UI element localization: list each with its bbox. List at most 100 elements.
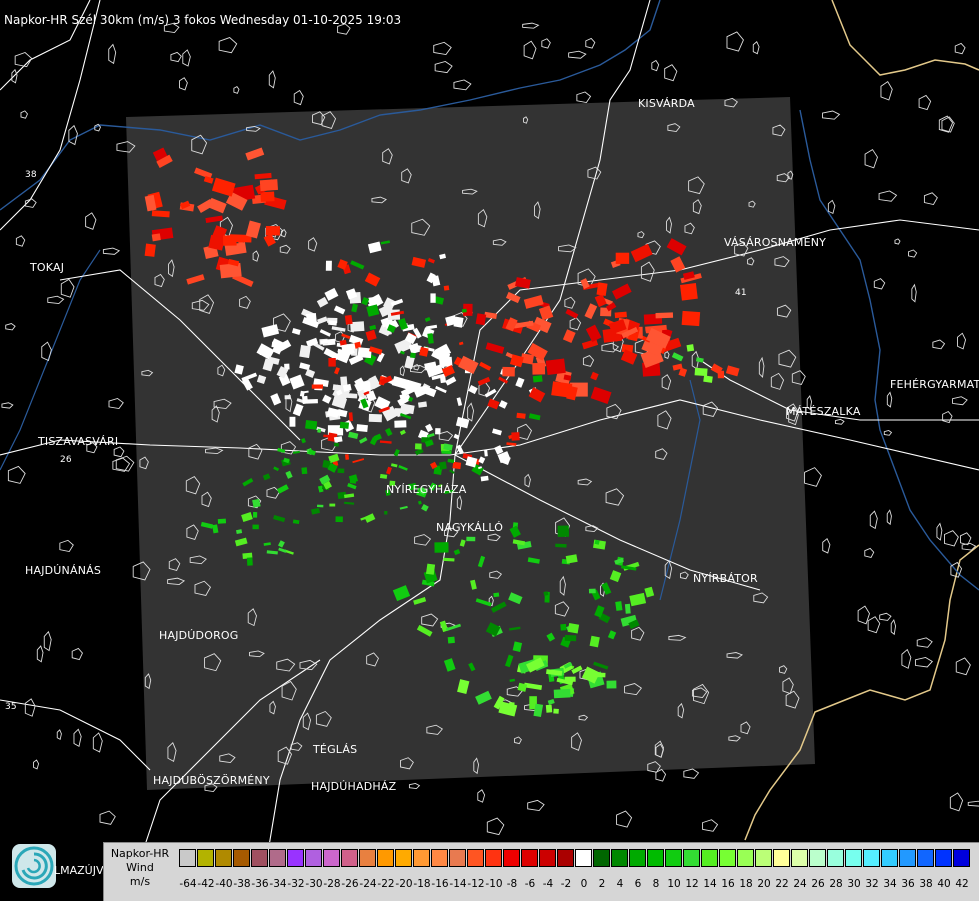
radar-echo — [410, 352, 416, 359]
settlement-outline — [433, 41, 452, 56]
settlement-outline — [911, 283, 917, 303]
radar-echo — [252, 524, 259, 530]
legend-tick-label: 38 — [919, 878, 933, 890]
town-label-kisvarda: KISVÁRDA — [638, 97, 695, 110]
settlement-outline — [834, 418, 845, 425]
radar-echo — [443, 557, 455, 562]
radar-echo — [265, 225, 280, 236]
legend-tick-label: -30 — [305, 878, 323, 890]
country-border — [831, 0, 979, 76]
radar-echo — [475, 313, 487, 326]
settlement-outline — [33, 759, 40, 770]
radar-echo — [484, 449, 488, 457]
settlement-outline — [726, 31, 744, 52]
legend-tick-label: 28 — [829, 878, 843, 890]
legend-ticks: -64 -42 -40 -38 -36 -34 -32 -30 -28 -26 -24 -22 -20-… — [179, 878, 971, 892]
legend-swatch — [791, 849, 808, 867]
settlement-outline — [886, 391, 893, 408]
settlement-outline — [932, 339, 946, 350]
settlement-outline — [486, 817, 505, 836]
settlement-outline — [568, 50, 587, 59]
settlement-outline — [108, 43, 117, 65]
town-label-mateszalka: MÁTÉSZALKA — [786, 405, 861, 418]
legend-swatch — [215, 849, 232, 867]
radar-echo — [223, 235, 237, 246]
radar-map[interactable] — [0, 0, 979, 900]
settlement-outline — [92, 732, 103, 753]
radar-echo — [703, 375, 713, 383]
radar-echo — [356, 424, 368, 433]
legend-tick-label: 12 — [685, 878, 699, 890]
town-label-tokaj: TOKAJ — [30, 261, 65, 274]
road-number-label: 38 — [25, 170, 37, 180]
legend-swatch — [287, 849, 304, 867]
legend-tick-label: 16 — [721, 878, 735, 890]
settlement-outline — [71, 647, 83, 661]
settlement-outline — [827, 199, 836, 215]
settlement-outline — [15, 235, 26, 247]
legend-tick-label: -22 — [377, 878, 395, 890]
settlement-outline — [1, 402, 14, 409]
legend-swatch — [305, 849, 322, 867]
radar-echo — [284, 395, 291, 400]
legend-tick-label: -26 — [341, 878, 359, 890]
radar-echo — [615, 601, 623, 611]
legend-swatch — [737, 849, 754, 867]
radar-echo — [511, 432, 520, 441]
radar-echo — [461, 308, 467, 313]
legend-swatch — [269, 849, 286, 867]
legend-tick-label: -20 — [395, 878, 413, 890]
settlement-outline — [14, 51, 33, 68]
settlement-outline — [541, 38, 551, 49]
town-label-hajduhadhaz: HAJDÚHADHÁZ — [311, 780, 397, 793]
legend-tick-label: 24 — [793, 878, 807, 890]
legend-tick-label: 26 — [811, 878, 825, 890]
road-number-label: 26 — [60, 455, 72, 465]
radar-echo — [328, 358, 336, 367]
settlement-outline — [890, 619, 897, 636]
settlement-outline — [878, 190, 898, 202]
settlement-outline — [864, 148, 878, 169]
radar-echo — [545, 358, 566, 375]
settlement-outline — [944, 530, 959, 547]
settlement-outline — [85, 212, 97, 230]
settlement-outline — [923, 192, 938, 206]
legend-swatch — [683, 849, 700, 867]
legend-tick-label: 40 — [937, 878, 951, 890]
radar-echo — [443, 285, 450, 291]
radar-echo — [329, 503, 336, 507]
settlement-outline — [949, 792, 964, 812]
settlement-outline — [914, 656, 934, 668]
radar-echo — [466, 536, 476, 542]
settlement-outline — [702, 819, 719, 832]
settlement-outline — [43, 630, 52, 652]
radar-echo — [299, 344, 311, 359]
town-label-hajduboszormeny: HAJDÚBÖSZÖRMÉNY — [153, 774, 270, 787]
legend-tick-label: 20 — [757, 878, 771, 890]
settlement-outline — [616, 810, 633, 828]
legend-swatch — [323, 849, 340, 867]
legend-tick-label: 6 — [634, 878, 642, 890]
settlement-outline — [894, 238, 901, 245]
legend-tick-label: 8 — [652, 878, 660, 890]
town-label-tiszavasvari: TISZAVASVÁRI — [38, 435, 119, 448]
legend-line-2: Wind — [126, 861, 154, 874]
legend-tick-label: -18 — [413, 878, 431, 890]
radar-echo — [655, 312, 674, 319]
settlement-outline — [918, 94, 932, 111]
settlement-outline — [873, 278, 886, 290]
legend-swatch — [611, 849, 628, 867]
radar-echo — [246, 557, 253, 566]
legend-tick-label: 32 — [865, 878, 879, 890]
radar-echo — [419, 347, 429, 357]
settlement-outline — [880, 81, 893, 101]
radar-echo — [317, 428, 322, 433]
town-label-hajdunanas: HAJDÚNÁNÁS — [25, 564, 102, 577]
legend-tick-label: -38 — [233, 878, 251, 890]
legend-swatch — [629, 849, 646, 867]
radar-echo — [144, 243, 156, 257]
radar-echo — [694, 367, 708, 377]
settlement-outline — [867, 616, 881, 634]
radar-echo — [219, 262, 242, 279]
legend-tick-label: -8 — [506, 878, 518, 890]
